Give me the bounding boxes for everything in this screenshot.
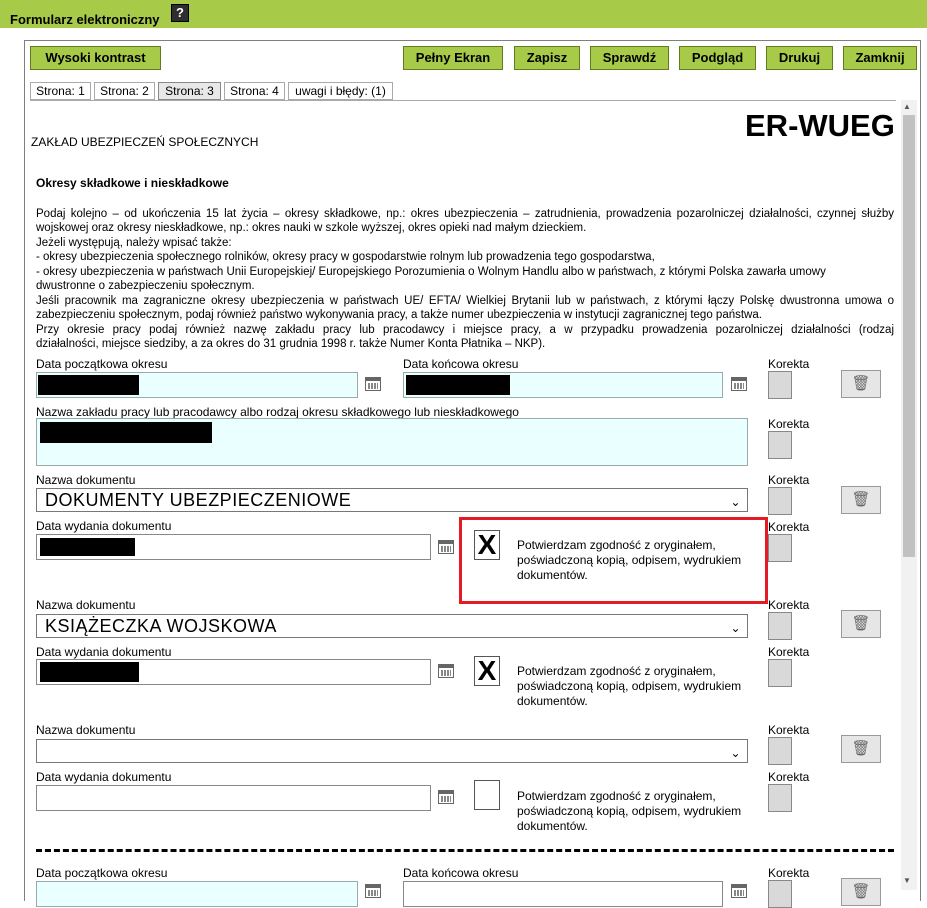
correction-label: Korekta — [768, 866, 810, 880]
document-name-value: KSIĄŻECZKA WOJSKOWA — [45, 616, 277, 636]
trash-icon[interactable]: 🗑 — [841, 878, 881, 906]
correction-box[interactable] — [768, 371, 792, 399]
correction-label: Korekta — [768, 520, 810, 534]
correction-label: Korekta — [768, 417, 810, 431]
chevron-down-icon: ⌄ — [730, 495, 741, 509]
calendar-icon[interactable] — [365, 377, 381, 391]
trash-icon[interactable]: 🗑 — [841, 370, 881, 398]
correction-label: Korekta — [768, 645, 810, 659]
end-date-input[interactable] — [403, 881, 723, 907]
correction-label: Korekta — [768, 598, 810, 612]
correction-label: Korekta — [768, 473, 810, 487]
tab-divider — [30, 100, 896, 101]
confirm-checkbox[interactable] — [474, 780, 500, 810]
calendar-icon[interactable] — [438, 790, 454, 804]
section-title: Okresy składkowe i nieskładkowe — [36, 176, 229, 190]
issue-date-label: Data wydania dokumentu — [36, 519, 172, 533]
tab-page-1[interactable]: Strona: 1 — [30, 82, 91, 100]
calendar-icon[interactable] — [365, 884, 381, 898]
close-button[interactable]: Zamknij — [843, 46, 917, 70]
correction-label: Korekta — [768, 357, 810, 371]
tab-page-2[interactable]: Strona: 2 — [94, 82, 155, 100]
correction-box[interactable] — [768, 487, 792, 515]
save-button[interactable]: Zapisz — [514, 46, 580, 70]
document-name-select[interactable]: KSIĄŻECZKA WOJSKOWA ⌄ — [36, 614, 748, 638]
start-date-label: Data początkowa okresu — [36, 866, 168, 880]
correction-box[interactable] — [768, 880, 792, 908]
scroll-down-icon[interactable]: ▼ — [903, 876, 911, 885]
app-title: Formularz elektroniczny — [10, 12, 160, 27]
instruction-line: Przy okresie pracy podaj również nazwę z… — [36, 324, 894, 336]
chevron-down-icon: ⌄ — [730, 746, 741, 760]
form-code: ER-WUEG — [745, 108, 895, 143]
start-date-label: Data początkowa okresu — [36, 357, 168, 371]
fullscreen-button[interactable]: Pełny Ekran — [403, 46, 503, 70]
instruction-line: - okresy ubezpieczenia społecznego rolni… — [36, 251, 655, 263]
issue-date-label: Data wydania dokumentu — [36, 770, 172, 784]
calendar-icon[interactable] — [438, 664, 454, 678]
confirm-text: Potwierdzam zgodność z oryginałem, poświ… — [517, 664, 742, 708]
correction-box[interactable] — [768, 431, 792, 459]
calendar-icon[interactable] — [731, 377, 747, 391]
calendar-icon[interactable] — [731, 884, 747, 898]
confirm-text: Potwierdzam zgodność z oryginałem, poświ… — [517, 789, 742, 833]
correction-box[interactable] — [768, 534, 792, 562]
app-header: Formularz elektroniczny ? — [0, 0, 927, 28]
document-name-label: Nazwa dokumentu — [36, 723, 136, 737]
institution-name: ZAKŁAD UBEZPIECZEŃ SPOŁECZNYCH — [31, 135, 259, 149]
highlight-box — [459, 517, 768, 604]
end-date-label: Data końcowa okresu — [403, 357, 519, 371]
trash-icon[interactable]: 🗑 — [841, 486, 881, 514]
instruction-line: działalności, miejsce siedziby, a za okr… — [36, 338, 546, 350]
tab-page-3[interactable]: Strona: 3 — [158, 82, 221, 100]
employer-name-label: Nazwa zakładu pracy lub pracodawcy albo … — [36, 405, 519, 419]
correction-label: Korekta — [768, 723, 810, 737]
document-name-select[interactable]: DOKUMENTY UBEZPIECZENIOWE ⌄ — [36, 488, 748, 512]
check-button[interactable]: Sprawdź — [590, 46, 669, 70]
correction-box[interactable] — [768, 737, 792, 765]
redacted-value — [40, 662, 139, 682]
calendar-icon[interactable] — [438, 540, 454, 554]
trash-icon[interactable]: 🗑 — [841, 610, 881, 638]
print-button[interactable]: Drukuj — [766, 46, 833, 70]
correction-box[interactable] — [768, 659, 792, 687]
instruction-line: Jeśli pracownik ma zagraniczne okresy ub… — [36, 295, 894, 307]
instruction-line: - okresy ubezpieczenia w państwach Unii … — [36, 266, 826, 278]
document-name-label: Nazwa dokumentu — [36, 598, 136, 612]
correction-box[interactable] — [768, 612, 792, 640]
tab-page-4[interactable]: Strona: 4 — [224, 82, 285, 100]
issue-date-label: Data wydania dokumentu — [36, 645, 172, 659]
redacted-value — [406, 375, 510, 395]
document-name-value: DOKUMENTY UBEZPIECZENIOWE — [45, 490, 352, 510]
instruction-line: dwustronne o zabezpieczeniu społecznym. — [36, 280, 255, 292]
start-date-input[interactable] — [36, 881, 358, 907]
chevron-down-icon: ⌄ — [730, 621, 741, 635]
preview-button[interactable]: Podgląd — [679, 46, 756, 70]
document-name-select[interactable]: ⌄ — [36, 739, 748, 763]
redacted-value — [38, 375, 139, 395]
help-icon[interactable]: ? — [171, 4, 189, 22]
instruction-line: wojskowej oraz okresy nieskładkowe, np.:… — [36, 222, 587, 234]
redacted-value — [40, 538, 135, 556]
correction-label: Korekta — [768, 770, 810, 784]
instruction-line: Podaj kolejno – od ukończenia 15 lat życ… — [36, 208, 894, 220]
redacted-value — [40, 422, 212, 443]
confirm-checkbox[interactable]: X — [474, 656, 500, 686]
issue-date-input[interactable] — [36, 785, 431, 811]
high-contrast-button[interactable]: Wysoki kontrast — [30, 46, 161, 70]
section-divider — [36, 849, 894, 852]
document-name-label: Nazwa dokumentu — [36, 473, 136, 487]
instruction-line: zabezpieczeniu społecznym, podaj również… — [36, 309, 762, 321]
instruction-line: Jeżeli występują, należy wpisać także: — [36, 237, 232, 249]
end-date-label: Data końcowa okresu — [403, 866, 519, 880]
correction-box[interactable] — [768, 784, 792, 812]
scroll-up-icon[interactable]: ▲ — [903, 102, 911, 111]
tab-notes-errors[interactable]: uwagi i błędy: (1) — [288, 82, 393, 100]
scrollbar-thumb[interactable] — [903, 115, 915, 557]
trash-icon[interactable]: 🗑 — [841, 735, 881, 763]
